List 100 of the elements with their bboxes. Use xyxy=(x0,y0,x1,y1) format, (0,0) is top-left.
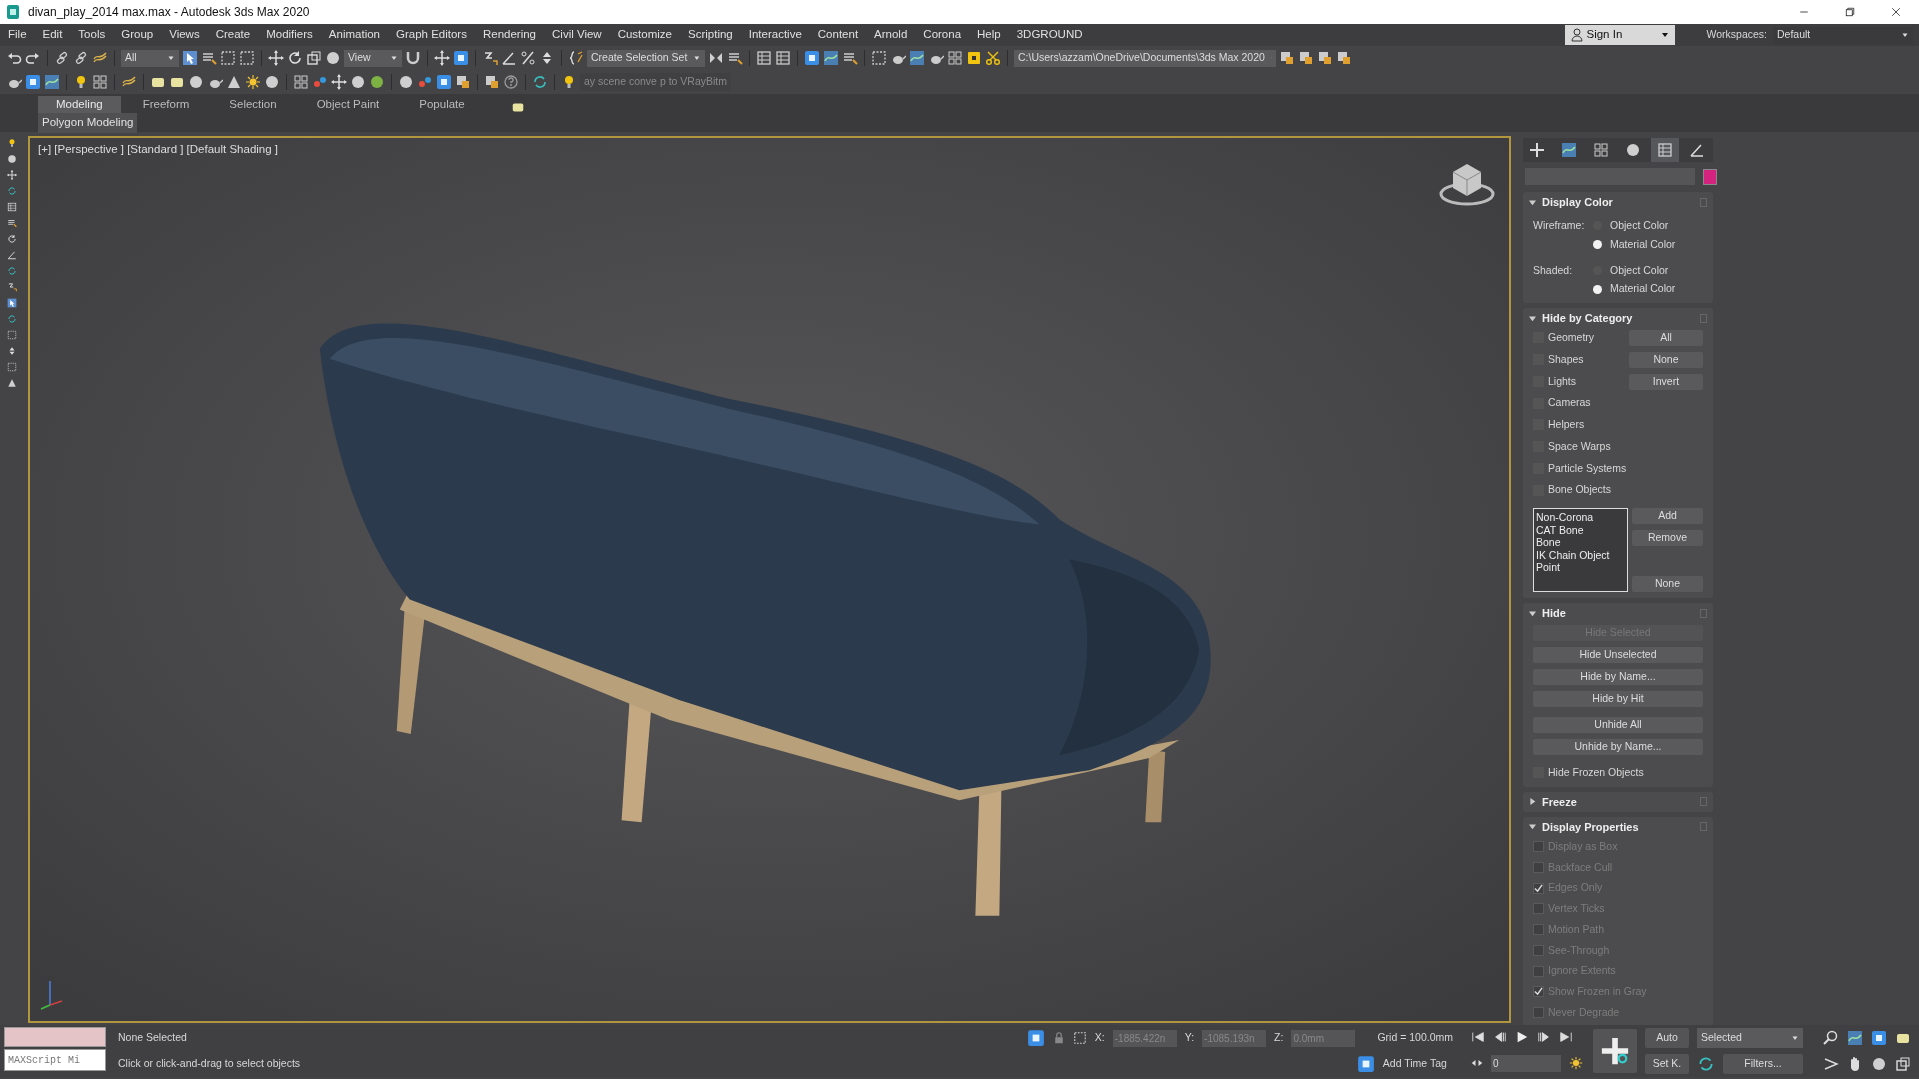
grip-icon[interactable] xyxy=(1700,608,1707,618)
grid-icon[interactable] xyxy=(293,74,309,90)
reference-coordinate-dropdown[interactable]: View xyxy=(344,49,402,67)
menu-item[interactable]: Corona xyxy=(915,26,970,44)
dashed-square-icon[interactable] xyxy=(7,362,17,372)
go-end-icon[interactable] xyxy=(1559,1030,1573,1045)
rollout-header[interactable]: Hide xyxy=(1523,603,1713,623)
sphere-icon[interactable] xyxy=(264,74,280,90)
time-config-icon[interactable] xyxy=(1569,1056,1583,1071)
shrub-icon[interactable] xyxy=(369,74,385,90)
ribbon-tab[interactable]: Object Paint xyxy=(298,96,398,114)
list-item[interactable]: Bone xyxy=(1536,536,1625,549)
menu-item[interactable]: Scripting xyxy=(680,26,741,44)
dashed-square-icon[interactable] xyxy=(220,50,236,66)
menu-item[interactable]: 3DGROUND xyxy=(1008,26,1091,44)
rollout-header[interactable]: Hide by Category xyxy=(1523,308,1713,328)
object-color-swatch[interactable] xyxy=(1703,168,1717,185)
panel-button[interactable]: Hide by Name... xyxy=(1533,669,1703,685)
layer-icon[interactable] xyxy=(1336,50,1352,66)
snap-icon[interactable] xyxy=(7,282,17,292)
key-tangent-icon[interactable] xyxy=(1697,1055,1715,1073)
panel-button[interactable]: Unhide All xyxy=(1533,717,1703,733)
go-start-icon[interactable] xyxy=(1471,1030,1485,1045)
menu-item[interactable]: Tools xyxy=(70,26,114,44)
named-selection-dropdown[interactable]: Create Selection Set xyxy=(587,49,705,67)
panel-button[interactable]: Add xyxy=(1632,508,1703,524)
grip-icon[interactable] xyxy=(1700,197,1707,207)
rotate-icon[interactable] xyxy=(287,50,303,66)
menu-item[interactable]: Help xyxy=(969,26,1009,44)
class-list[interactable]: Non-Corona CAT Bone Bone IK Chain Object Point xyxy=(1533,508,1628,592)
angle-icon[interactable] xyxy=(7,250,17,260)
isolate-icon[interactable] xyxy=(1026,1029,1045,1047)
panel-button[interactable]: All xyxy=(1629,330,1703,346)
framed-square-icon[interactable] xyxy=(436,74,452,90)
time-tag-icon[interactable] xyxy=(1356,1055,1375,1073)
framed-square-icon[interactable] xyxy=(453,50,469,66)
transform-mode-icon[interactable] xyxy=(1072,1031,1087,1045)
filters-button[interactable]: Filters... xyxy=(1723,1054,1803,1074)
angle-icon[interactable] xyxy=(501,50,517,66)
list-item[interactable]: Non-Corona xyxy=(1536,511,1625,524)
grid-icon[interactable] xyxy=(947,50,963,66)
zoom-icon[interactable] xyxy=(1823,1030,1839,1046)
rollout-header[interactable]: Freeze xyxy=(1523,791,1713,812)
sphere-icon[interactable] xyxy=(188,74,204,90)
maximize-icon[interactable] xyxy=(1895,1056,1911,1072)
layer-icon[interactable] xyxy=(455,74,471,90)
dashed-square-icon[interactable] xyxy=(871,50,887,66)
filled-square-icon[interactable] xyxy=(966,50,982,66)
sun-icon[interactable] xyxy=(245,74,261,90)
brace-icon[interactable] xyxy=(568,50,584,66)
menu-item[interactable]: Rendering xyxy=(474,26,544,44)
panel-button[interactable]: Hide by Hit xyxy=(1533,691,1703,707)
menu-item[interactable]: Modifiers xyxy=(258,26,321,44)
panel-button[interactable]: None xyxy=(1632,576,1703,592)
move-icon[interactable] xyxy=(331,74,347,90)
cursor-icon[interactable] xyxy=(7,298,17,308)
menu-item[interactable]: Content xyxy=(809,26,867,44)
menu-item[interactable]: Create xyxy=(207,26,259,44)
auto-key-button[interactable]: Auto xyxy=(1645,1028,1689,1048)
field-of-view-icon[interactable] xyxy=(1823,1056,1839,1072)
ribbon-tab[interactable]: Populate xyxy=(401,96,483,114)
table-icon[interactable] xyxy=(775,50,791,66)
layer-icon[interactable] xyxy=(1298,50,1314,66)
redo-icon[interactable] xyxy=(25,50,41,66)
panel-button[interactable]: Invert xyxy=(1629,374,1703,390)
spinner-icon[interactable] xyxy=(7,346,17,356)
undo-icon[interactable] xyxy=(6,50,22,66)
dashed-square-icon[interactable] xyxy=(239,50,255,66)
menu-item[interactable]: Views xyxy=(161,26,208,44)
sign-in-dropdown[interactable]: Sign In xyxy=(1564,25,1675,45)
mirror-icon[interactable] xyxy=(708,50,724,66)
list-item[interactable]: Point xyxy=(1536,561,1625,574)
frame-spinner[interactable]: 0 xyxy=(1491,1054,1561,1072)
framed-square-icon[interactable] xyxy=(25,74,41,90)
scissors-icon[interactable] xyxy=(985,50,1001,66)
list-icon[interactable] xyxy=(201,50,217,66)
viewport-label[interactable]: [+] [Perspective ] [Standard ] [Default Shading ] xyxy=(38,141,279,159)
listener-output-field[interactable] xyxy=(4,1027,106,1047)
menu-item[interactable]: Edit xyxy=(34,26,71,44)
chain-icon[interactable] xyxy=(54,50,70,66)
bulb-icon[interactable] xyxy=(7,138,17,148)
rollout-header[interactable]: Display Color xyxy=(1523,192,1713,212)
list-item[interactable]: CAT Bone xyxy=(1536,523,1625,536)
cycle-icon[interactable] xyxy=(7,314,17,324)
rollout-header[interactable]: Display Properties xyxy=(1523,816,1713,837)
set-key-button[interactable] xyxy=(1593,1029,1637,1073)
help-icon[interactable] xyxy=(503,74,519,90)
selection-filter-dropdown[interactable]: All xyxy=(121,49,179,67)
close-icon[interactable] xyxy=(1890,6,1902,18)
cycle-icon[interactable] xyxy=(7,266,17,276)
menu-item[interactable]: Civil View xyxy=(544,26,610,44)
grip-icon[interactable] xyxy=(1700,822,1707,832)
panel-button[interactable]: Remove xyxy=(1632,530,1703,546)
radio-button[interactable] xyxy=(1593,284,1602,294)
list-icon[interactable] xyxy=(7,218,17,228)
panel-button[interactable]: Hide Unselected xyxy=(1533,647,1703,663)
cycle-icon[interactable] xyxy=(7,186,17,196)
layer-icon[interactable] xyxy=(1279,50,1295,66)
dashed-square-icon[interactable] xyxy=(7,330,17,340)
percent-icon[interactable] xyxy=(520,50,536,66)
